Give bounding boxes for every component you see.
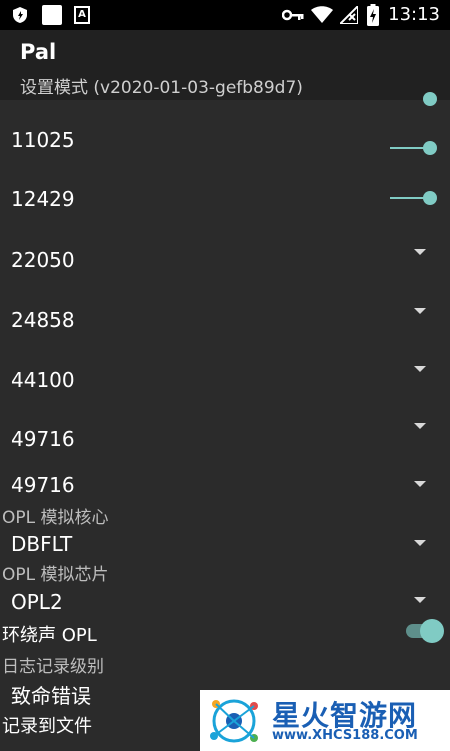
- surround-opl-switch-thumb[interactable]: [420, 619, 444, 643]
- log-to-file-label: 记录到文件: [2, 716, 92, 737]
- key-icon: [282, 9, 304, 21]
- setting-label-49716-b: 49716: [11, 473, 75, 497]
- dropdown-arrow-icon[interactable]: [414, 249, 426, 255]
- watermark-url: www.XHCS188.COM: [272, 728, 418, 743]
- settings-list[interactable]: 11025 12429 22050 24858 44100 49716 4971…: [0, 92, 450, 751]
- battery-charging-icon: [367, 4, 379, 26]
- opl-core-value[interactable]: DBFLT: [11, 532, 72, 556]
- watermark-logo-icon: [210, 699, 258, 743]
- app-title: Pal: [20, 40, 57, 64]
- setting-label-49716: 49716: [11, 427, 75, 451]
- clock-time: 13:13: [388, 4, 440, 25]
- wifi-icon: [311, 6, 333, 23]
- app-subtitle: 设置模式 (v2020-01-03-gefb89d7): [20, 78, 303, 98]
- status-bar: A 13:13: [0, 0, 450, 30]
- dropdown-arrow-icon[interactable]: [414, 481, 426, 487]
- setting-label-44100: 44100: [11, 368, 75, 392]
- log-level-value[interactable]: 致命错误: [11, 680, 91, 709]
- dropdown-arrow-icon[interactable]: [414, 366, 426, 372]
- a-badge-icon: A: [74, 6, 90, 24]
- setting-label-11025: 11025: [11, 128, 75, 152]
- shield-icon: [13, 7, 27, 23]
- watermark-overlay: 星火智游网 www.XHCS188.COM: [200, 690, 450, 751]
- dropdown-arrow-icon[interactable]: [414, 423, 426, 429]
- square-icon: [42, 5, 62, 25]
- setting-label-22050: 22050: [11, 248, 75, 272]
- setting-label-12429: 12429: [11, 187, 75, 211]
- log-level-label: 日志记录级别: [2, 657, 104, 677]
- dropdown-arrow-icon[interactable]: [414, 597, 426, 603]
- slider-thumb-11025[interactable]: [423, 141, 437, 155]
- opl-chip-label: OPL 模拟芯片: [2, 565, 109, 585]
- app-bar: Pal 设置模式 (v2020-01-03-gefb89d7): [0, 30, 450, 100]
- dropdown-arrow-icon[interactable]: [414, 308, 426, 314]
- surround-opl-label: 环绕声 OPL: [2, 625, 97, 646]
- no-signal-icon: [340, 6, 358, 24]
- opl-core-label: OPL 模拟核心: [2, 508, 109, 528]
- setting-label-24858: 24858: [11, 308, 75, 332]
- slider-thumb-partial[interactable]: [423, 92, 437, 106]
- opl-chip-value[interactable]: OPL2: [11, 590, 63, 614]
- slider-thumb-12429[interactable]: [423, 191, 437, 205]
- dropdown-arrow-icon[interactable]: [414, 540, 426, 546]
